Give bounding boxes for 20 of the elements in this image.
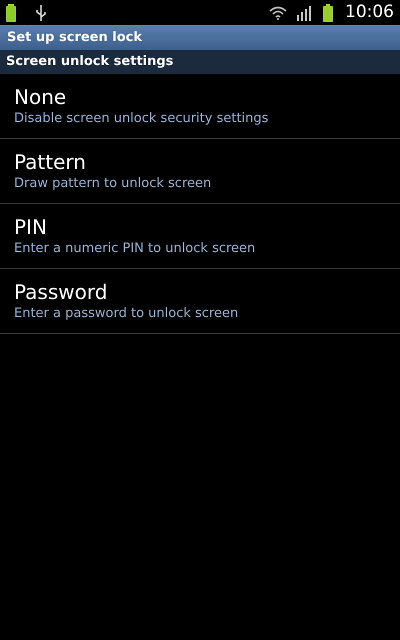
signal-icon (297, 4, 311, 20)
item-summary: Disable screen unlock security settings (14, 110, 270, 128)
clock: 10:06 (345, 0, 394, 24)
item-summary: Enter a password to unlock screen (14, 305, 240, 323)
item-summary: Enter a numeric PIN to unlock screen (14, 240, 256, 258)
battery-icon (323, 4, 333, 22)
list-item[interactable]: Pattern Draw pattern to unlock screen (0, 139, 400, 204)
item-summary: Draw pattern to unlock screen (14, 175, 212, 193)
item-title: Pattern (14, 149, 87, 175)
list-item[interactable]: PIN Enter a numeric PIN to unlock screen (0, 204, 400, 269)
section-title: Screen unlock settings (6, 53, 174, 72)
item-title: PIN (14, 214, 48, 240)
window-title: Set up screen lock (7, 28, 142, 47)
battery-full-icon (6, 4, 16, 22)
list-item[interactable]: None Disable screen unlock security settings (0, 74, 400, 139)
list-item[interactable]: Password Enter a password to unlock screen (0, 269, 400, 334)
wifi-icon (269, 6, 287, 20)
item-title: None (14, 84, 68, 110)
usb-icon (36, 4, 46, 20)
item-title: Password (14, 279, 108, 305)
